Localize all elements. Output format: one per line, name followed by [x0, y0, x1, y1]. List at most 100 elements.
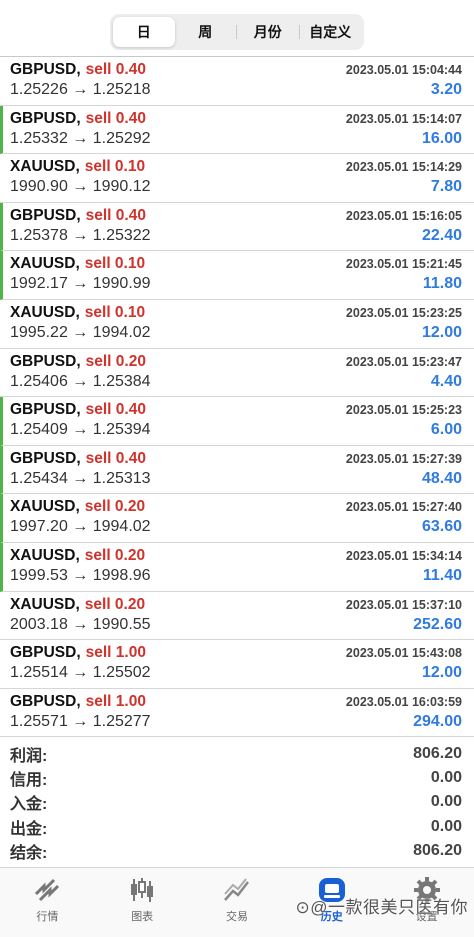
trade-prices: 1.25409 → 1.25394	[10, 421, 151, 439]
summary-value: 0.00	[430, 793, 462, 811]
trade-row[interactable]: GBPUSD, sell 1.00 2023.05.01 15:43:08 1.255…	[0, 640, 474, 689]
period-tab-week[interactable]: 周	[175, 17, 237, 47]
trade-symbol: XAUUSD,	[10, 595, 80, 613]
trade-prices: 1.25226 → 1.25218	[10, 81, 151, 98]
trade-profit: 6.00	[430, 421, 462, 439]
trade-row[interactable]: XAUUSD, sell 0.10 2023.05.01 15:23:25 1995.…	[0, 300, 474, 349]
trade-row[interactable]: XAUUSD, sell 0.20 2023.05.01 15:37:10 2003.…	[0, 592, 474, 641]
trade-time: 2023.05.01 16:03:59	[345, 694, 462, 709]
summary-label: 信用:	[10, 771, 48, 789]
trade-side: sell 0.20	[84, 595, 146, 613]
trade-side: sell 0.20	[84, 498, 146, 516]
trade-symbol: XAUUSD,	[10, 498, 80, 516]
trade-time: 2023.05.01 15:34:14	[345, 548, 462, 563]
trade-profit: 3.20	[430, 81, 462, 98]
trade-header: XAUUSD, sell 0.10 2023.05.01 15:23:25	[10, 304, 462, 324]
trade-profit: 12.00	[421, 664, 462, 682]
trade-side: sell 0.10	[84, 303, 146, 321]
trade-time: 2023.05.01 15:04:44	[345, 63, 462, 77]
tab-trade[interactable]: 交易	[190, 868, 285, 937]
trade-header: XAUUSD, sell 0.10 2023.05.01 15:14:29	[10, 158, 462, 178]
trade-time: 2023.05.01 15:25:23	[345, 403, 462, 418]
trade-time: 2023.05.01 15:23:47	[345, 354, 462, 369]
trade-detail: 2003.18 → 1990.55 252.60	[10, 616, 462, 638]
trade-prices: 1.25514 → 1.25502	[10, 664, 151, 682]
trade-row[interactable]: GBPUSD, sell 0.20 2023.05.01 15:23:47 1.254…	[0, 349, 474, 398]
trade-profit: 7.80	[430, 178, 462, 196]
trade-title: GBPUSD, sell 0.40	[10, 207, 146, 225]
trade-header: GBPUSD, sell 1.00 2023.05.01 16:03:59	[10, 693, 462, 713]
trade-side: sell 1.00	[85, 692, 146, 710]
trade-profit: 63.60	[421, 518, 462, 536]
quotes-icon	[35, 878, 60, 902]
trade-title: XAUUSD, sell 0.20	[10, 498, 145, 516]
trade-detail: 1.25571 → 1.25277 294.00	[10, 713, 462, 735]
trade-row[interactable]: GBPUSD, sell 0.40 2023.05.01 15:16:05 1.253…	[0, 202, 474, 252]
trade-history-list: GBPUSD, sell 0.40 2023.05.01 15:04:44 1.252…	[0, 56, 474, 738]
period-tab-month[interactable]: 月份	[237, 17, 299, 47]
tab-label: 图表	[131, 911, 154, 923]
trade-detail: 1.25409 → 1.25394 6.00	[10, 421, 462, 443]
trade-side: sell 0.10	[84, 255, 146, 273]
trade-detail: 1.25406 → 1.25384 4.40	[10, 373, 462, 395]
trade-header: GBPUSD, sell 0.40 2023.05.01 15:27:39	[10, 450, 462, 470]
trade-profit: 4.40	[430, 372, 462, 390]
trade-profit: 16.00	[421, 129, 462, 147]
trade-title: GBPUSD, sell 0.40	[10, 401, 146, 419]
trade-side: sell 0.40	[85, 109, 146, 127]
trade-title: XAUUSD, sell 0.20	[10, 547, 145, 565]
trade-detail: 1.25378 → 1.25322 22.40	[10, 227, 462, 249]
trade-side: sell 0.40	[85, 449, 146, 467]
trade-profit: 11.40	[422, 566, 462, 584]
trade-symbol: XAUUSD,	[10, 158, 80, 176]
trade-header: XAUUSD, sell 0.20 2023.05.01 15:37:10	[10, 596, 462, 616]
trade-row[interactable]: GBPUSD, sell 0.40 2023.05.01 15:14:07 1.253…	[0, 105, 474, 155]
trade-symbol: GBPUSD,	[10, 61, 81, 78]
summary-label: 利润:	[10, 747, 48, 765]
tab-label: 交易	[225, 911, 248, 923]
trade-title: GBPUSD, sell 0.40	[10, 450, 146, 468]
trade-side: sell 0.40	[85, 206, 146, 224]
trade-row[interactable]: GBPUSD, sell 0.40 2023.05.01 15:27:39 1.254…	[0, 445, 474, 495]
trade-time: 2023.05.01 15:14:29	[345, 160, 462, 175]
trade-row[interactable]: XAUUSD, sell 0.20 2023.05.01 15:27:40 1997.…	[0, 494, 474, 543]
trade-title: GBPUSD, sell 1.00	[10, 693, 146, 711]
trade-row[interactable]: GBPUSD, sell 0.40 2023.05.01 15:04:44 1.252…	[0, 57, 474, 106]
period-tab-day[interactable]: 日	[113, 17, 175, 47]
trade-header: GBPUSD, sell 0.20 2023.05.01 15:23:47	[10, 353, 462, 373]
trade-prices: 1999.53 → 1998.96	[10, 566, 151, 584]
period-tab-custom[interactable]: 自定义	[300, 17, 362, 47]
trade-time: 2023.05.01 15:16:05	[345, 208, 462, 223]
trade-header: XAUUSD, sell 0.20 2023.05.01 15:34:14	[10, 547, 462, 567]
trade-header: XAUUSD, sell 0.10 2023.05.01 15:21:45	[10, 255, 462, 275]
summary-profit-row: 利润: 806.20	[10, 741, 462, 765]
trade-row[interactable]: XAUUSD, sell 0.20 2023.05.01 15:34:14 1999.…	[0, 542, 474, 592]
trade-time: 2023.05.01 15:14:07	[345, 111, 462, 126]
period-selector-wrap: 日 周 月份 自定义	[0, 0, 474, 56]
tab-chart[interactable]: 图表	[95, 868, 190, 937]
trade-row[interactable]: XAUUSD, sell 0.10 2023.05.01 15:21:45 1992.…	[0, 251, 474, 300]
trade-prices: 1992.17 → 1990.99	[10, 275, 151, 293]
trade-time: 2023.05.01 15:23:25	[345, 305, 462, 320]
summary-balance-row: 结余: 806.20	[10, 839, 462, 863]
trade-profit: 12.00	[421, 323, 462, 341]
trade-side: sell 0.40	[85, 401, 146, 419]
trade-prices: 1.25332 → 1.25292	[10, 129, 151, 147]
period-selector: 日 周 月份 自定义	[110, 14, 364, 50]
trade-prices: 2003.18 → 1990.55	[10, 615, 151, 633]
trade-profit: 294.00	[413, 712, 462, 730]
trade-prices: 1995.22 → 1994.02	[10, 323, 151, 341]
trade-symbol: GBPUSD,	[10, 644, 81, 662]
trade-side: sell 1.00	[85, 644, 146, 662]
trade-detail: 1995.22 → 1994.02 12.00	[10, 324, 462, 346]
trade-side: sell 0.20	[84, 546, 146, 564]
account-summary: 利润: 806.20 信用: 0.00 入金: 0.00 出金: 0.00 结余…	[0, 737, 474, 863]
trade-profit: 22.40	[421, 226, 462, 244]
trade-row[interactable]: GBPUSD, sell 1.00 2023.05.01 16:03:59 1.255…	[0, 689, 474, 738]
trade-symbol: GBPUSD,	[10, 206, 81, 224]
trade-row[interactable]: GBPUSD, sell 0.40 2023.05.01 15:25:23 1.254…	[0, 397, 474, 446]
trade-row[interactable]: XAUUSD, sell 0.10 2023.05.01 15:14:29 1990.…	[0, 154, 474, 203]
tab-quotes[interactable]: 行情	[0, 868, 95, 937]
trade-profit: 48.40	[421, 469, 462, 487]
trade-header: GBPUSD, sell 0.40 2023.05.01 15:16:05	[10, 207, 462, 227]
